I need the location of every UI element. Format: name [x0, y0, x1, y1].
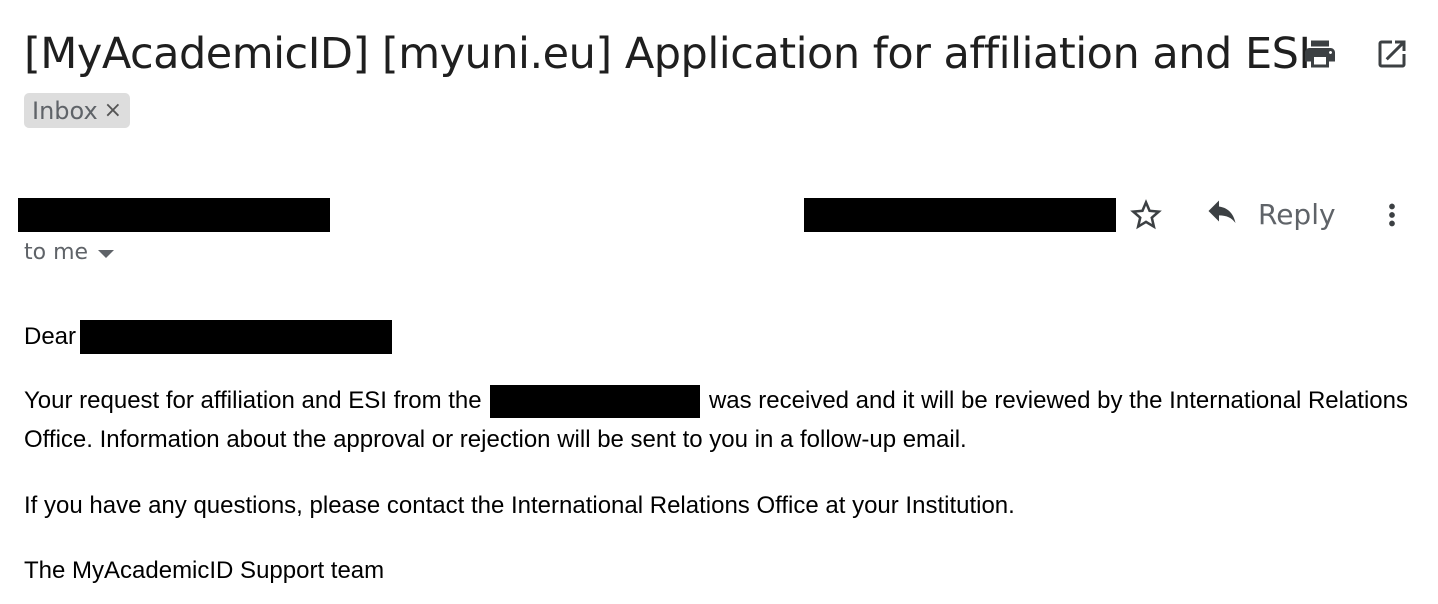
reply-label: Reply	[1258, 197, 1336, 231]
reply-button[interactable]: Reply	[1204, 194, 1336, 234]
email-subject: [MyAcademicID] [myuni.eu] Application fo…	[24, 29, 1311, 79]
redacted-institution	[490, 385, 701, 419]
inbox-label-chip: Inbox ×	[24, 93, 131, 128]
redacted-date	[804, 198, 1116, 232]
label-name: Inbox	[32, 96, 98, 125]
redacted-recipient-name	[80, 319, 393, 354]
email-paragraph-1: Your request for affiliation and ESI fro…	[24, 381, 1424, 459]
greeting-text: Dear	[24, 323, 77, 350]
open-in-new-window-icon[interactable]	[1374, 36, 1410, 72]
email-signature: The MyAcademicID Support team	[24, 557, 385, 584]
recipient-details-toggle[interactable]: to me	[24, 240, 115, 265]
remove-label-button[interactable]: ×	[104, 99, 122, 122]
reply-arrow-icon	[1204, 193, 1240, 236]
para1-start: Your request for affiliation and ESI fro…	[24, 387, 482, 414]
recipient-summary: to me	[24, 240, 89, 265]
email-paragraph-2: If you have any questions, please contac…	[24, 492, 1015, 519]
print-icon[interactable]	[1302, 36, 1338, 72]
redacted-sender	[18, 198, 330, 232]
star-icon[interactable]	[1127, 196, 1165, 234]
more-vertical-icon[interactable]	[1375, 196, 1409, 234]
email-greeting: Dear	[24, 317, 393, 356]
caret-down-icon	[98, 249, 115, 258]
